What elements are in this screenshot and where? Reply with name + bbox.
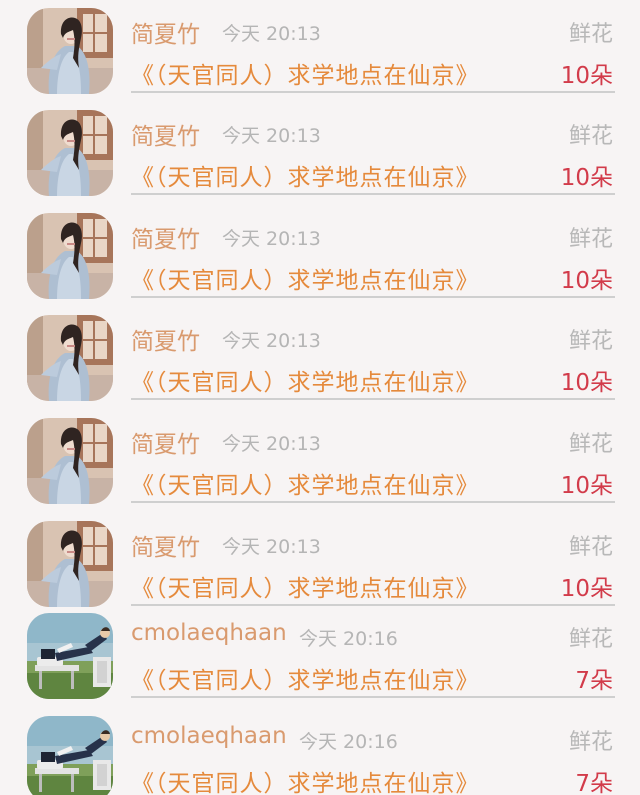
user-name[interactable]: 简夏竹 (131, 528, 200, 562)
book-title[interactable]: 《（天官同人）求学地点在仙京》 (131, 764, 480, 795)
divider (131, 696, 615, 698)
timestamp: 今天 20:16 (299, 628, 398, 650)
gift-type: 鲜花 (568, 124, 613, 149)
gift-count: 10朵 (560, 165, 613, 191)
gift-count: 10朵 (560, 576, 613, 602)
book-title[interactable]: 《（天官同人）求学地点在仙京》 (131, 363, 480, 397)
gift-type: 鲜花 (568, 227, 613, 252)
gift-count: 7朵 (575, 668, 613, 694)
timestamp: 今天 20:13 (222, 125, 321, 147)
book-title[interactable]: 《（天官同人）求学地点在仙京》 (131, 569, 480, 603)
book-title[interactable]: 《（天官同人）求学地点在仙京》 (131, 466, 480, 500)
divider (131, 296, 615, 298)
avatar[interactable] (27, 521, 113, 607)
gift-count: 7朵 (575, 771, 613, 795)
user-name[interactable]: 简夏竹 (131, 15, 200, 49)
divider (131, 193, 615, 195)
timestamp: 今天 20:13 (222, 433, 321, 455)
timestamp: 今天 20:13 (222, 228, 321, 250)
gift-count: 10朵 (560, 473, 613, 499)
book-title[interactable]: 《（天官同人）求学地点在仙京》 (131, 56, 480, 90)
gift-type: 鲜花 (568, 535, 613, 560)
list-item[interactable]: cmolaeqhaan 今天 20:16 鲜花 《（天官同人）求学地点在仙京》 … (0, 708, 640, 795)
book-title[interactable]: 《（天官同人）求学地点在仙京》 (131, 261, 480, 295)
timestamp: 今天 20:13 (222, 330, 321, 352)
avatar[interactable] (27, 315, 113, 401)
timestamp: 今天 20:13 (222, 536, 321, 558)
divider (131, 501, 615, 503)
gift-count: 10朵 (560, 268, 613, 294)
user-name[interactable]: cmolaeqhaan (131, 723, 287, 749)
list-item[interactable]: 简夏竹 今天 20:13 鲜花 《（天官同人）求学地点在仙京》 10朵 (0, 0, 640, 103)
list-item[interactable]: 简夏竹 今天 20:13 鲜花 《（天官同人）求学地点在仙京》 10朵 (0, 410, 640, 513)
avatar[interactable] (27, 8, 113, 94)
avatar[interactable] (27, 613, 113, 699)
book-title[interactable]: 《（天官同人）求学地点在仙京》 (131, 158, 480, 192)
user-name[interactable]: 简夏竹 (131, 425, 200, 459)
book-title[interactable]: 《（天官同人）求学地点在仙京》 (131, 661, 480, 695)
user-name[interactable]: 简夏竹 (131, 322, 200, 356)
divider (131, 91, 615, 93)
avatar[interactable] (27, 213, 113, 299)
user-name[interactable]: 简夏竹 (131, 117, 200, 151)
list-item[interactable]: 简夏竹 今天 20:13 鲜花 《（天官同人）求学地点在仙京》 10朵 (0, 102, 640, 205)
list-item[interactable]: 简夏竹 今天 20:13 鲜花 《（天官同人）求学地点在仙京》 10朵 (0, 307, 640, 410)
list-item[interactable]: cmolaeqhaan 今天 20:16 鲜花 《（天官同人）求学地点在仙京》 … (0, 605, 640, 708)
gift-type: 鲜花 (568, 432, 613, 457)
timestamp: 今天 20:13 (222, 23, 321, 45)
gift-type: 鲜花 (568, 627, 613, 652)
avatar[interactable] (27, 716, 113, 795)
avatar[interactable] (27, 418, 113, 504)
gift-type: 鲜花 (568, 329, 613, 354)
list-item[interactable]: 简夏竹 今天 20:13 鲜花 《（天官同人）求学地点在仙京》 10朵 (0, 205, 640, 308)
gift-type: 鲜花 (568, 730, 613, 755)
user-name[interactable]: 简夏竹 (131, 220, 200, 254)
user-name[interactable]: cmolaeqhaan (131, 620, 287, 646)
timestamp: 今天 20:16 (299, 731, 398, 753)
list-item[interactable]: 简夏竹 今天 20:13 鲜花 《（天官同人）求学地点在仙京》 10朵 (0, 513, 640, 616)
gift-count: 10朵 (560, 63, 613, 89)
divider (131, 398, 615, 400)
gift-record-list: 简夏竹 今天 20:13 鲜花 《（天官同人）求学地点在仙京》 10朵 简夏竹 … (0, 0, 640, 795)
avatar[interactable] (27, 110, 113, 196)
gift-count: 10朵 (560, 370, 613, 396)
gift-type: 鲜花 (568, 22, 613, 47)
